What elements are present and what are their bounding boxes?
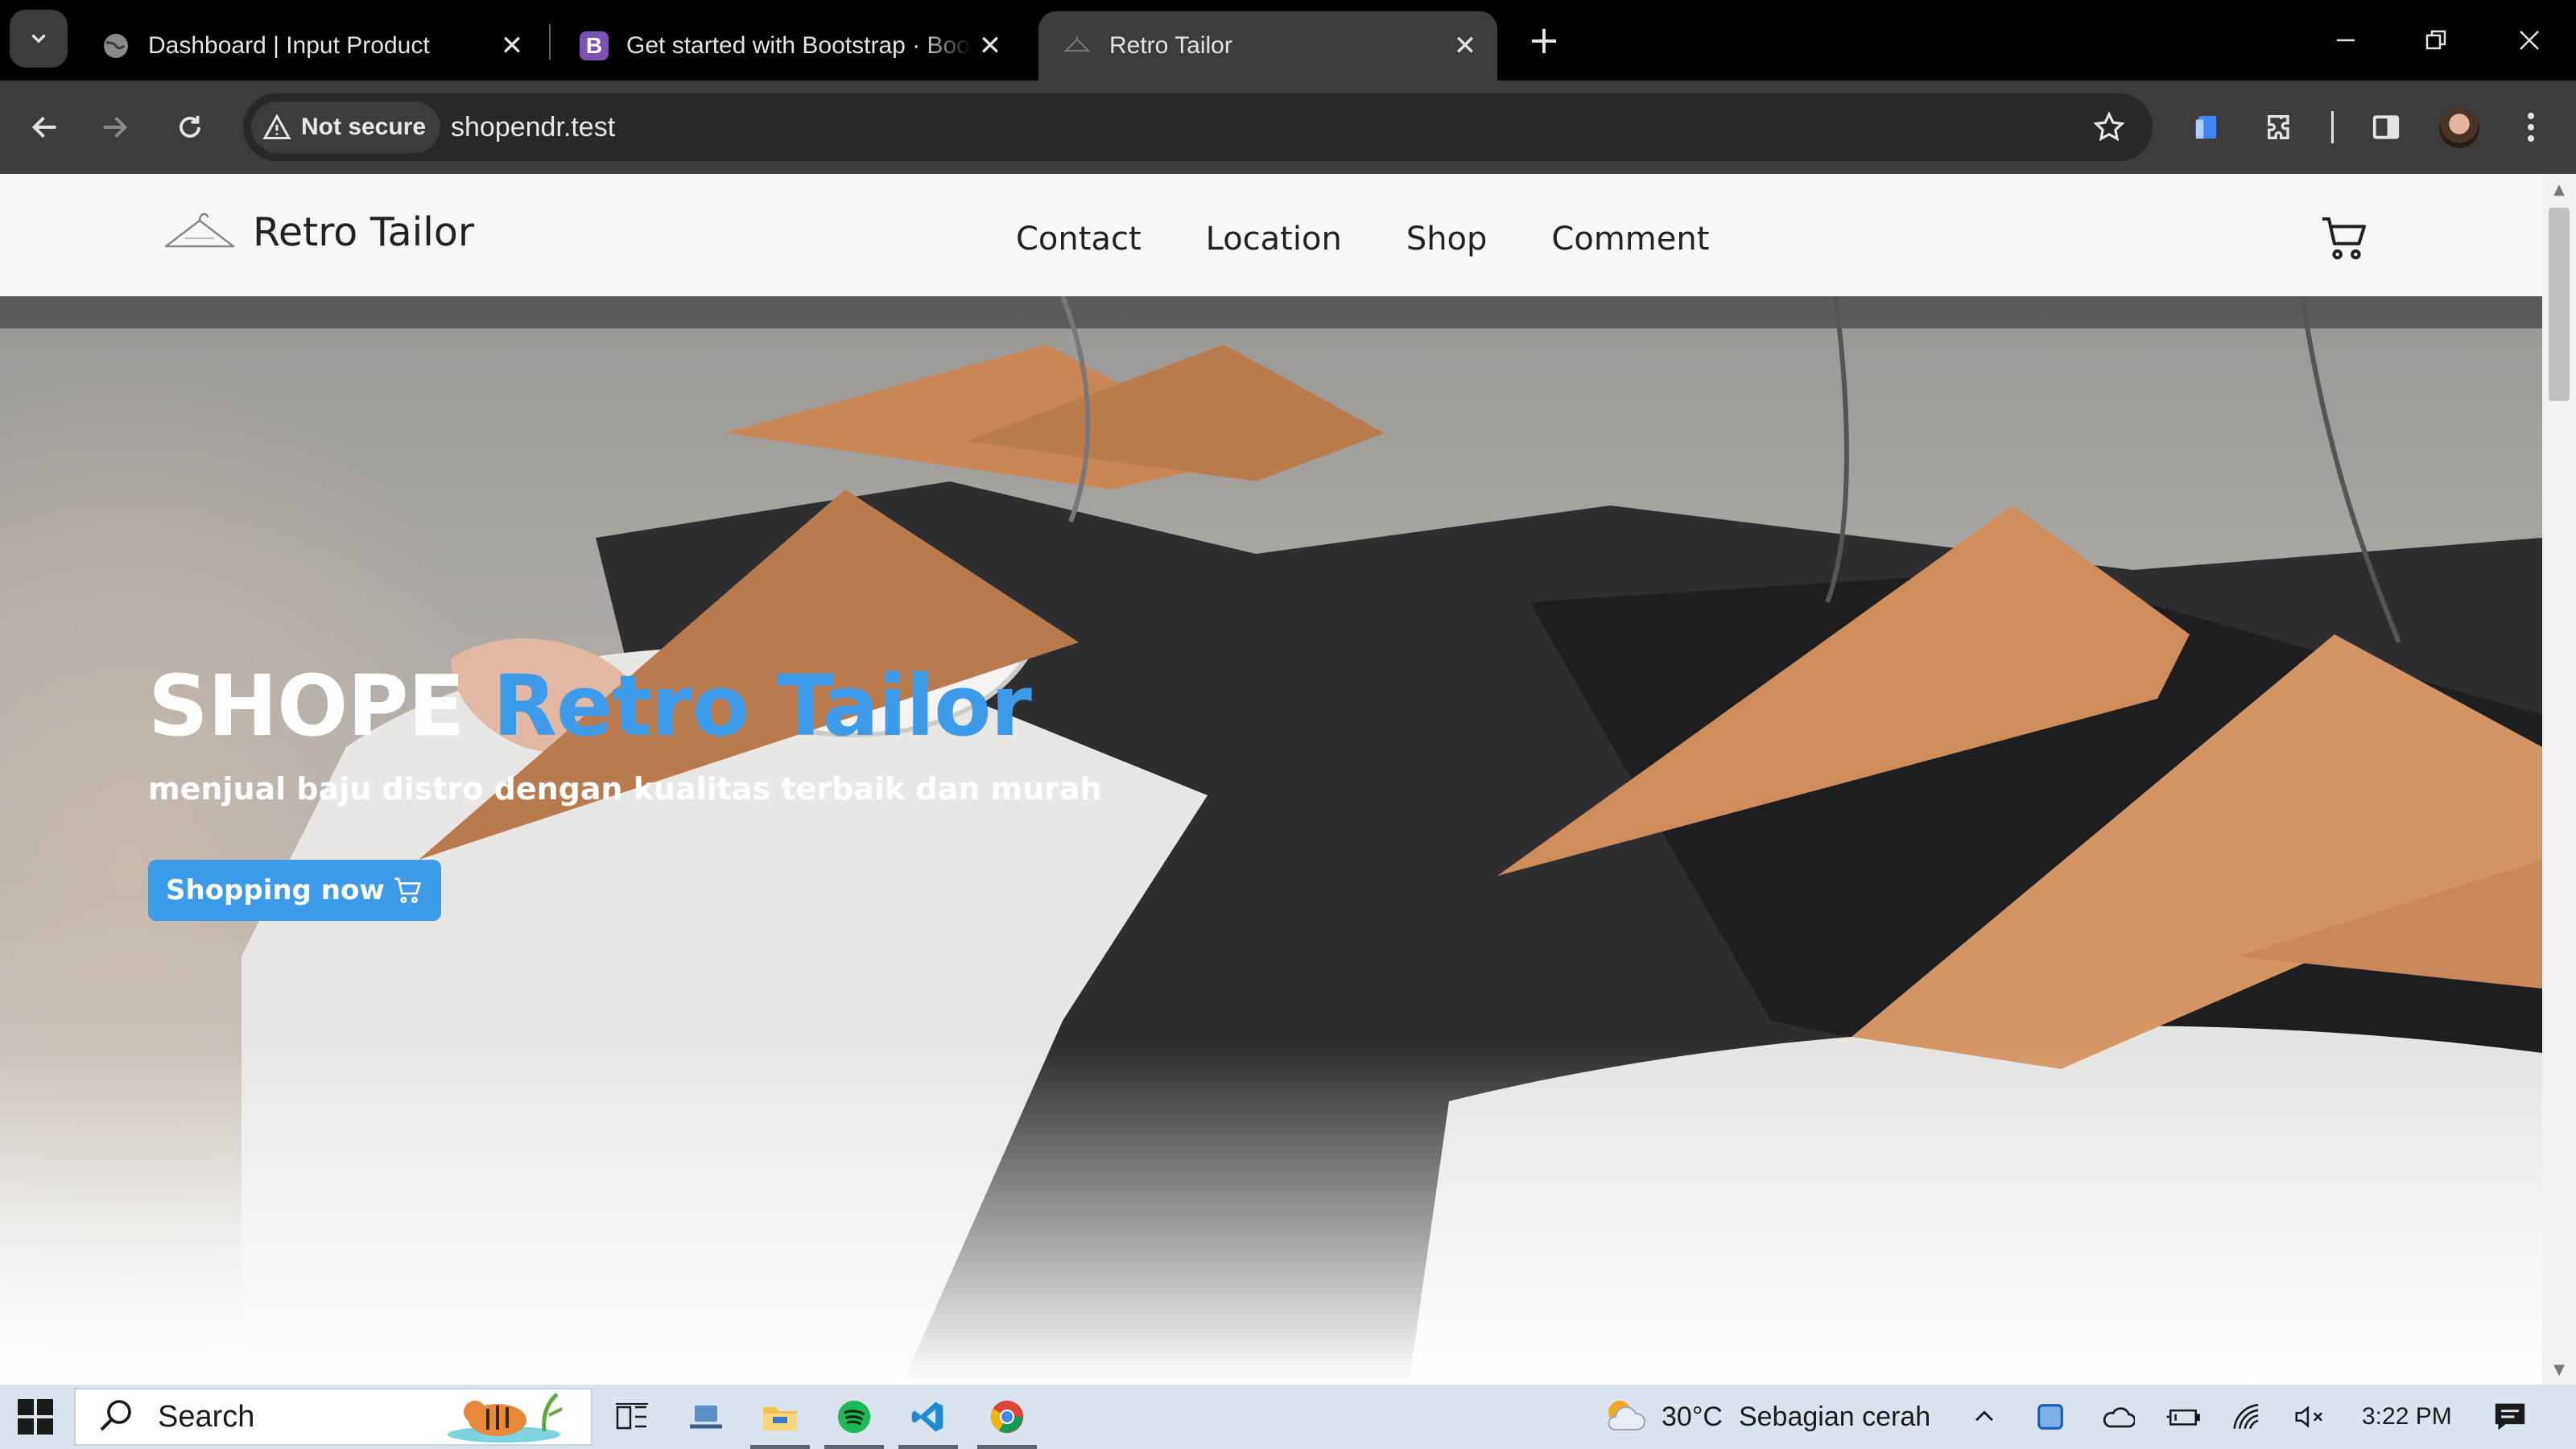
search-icon [100,1400,131,1431]
restore-icon[interactable] [2404,14,2468,66]
nav-link-comment[interactable]: Comment [1551,221,1709,258]
scrollbar-thumb[interactable] [2549,208,2570,401]
security-chip[interactable]: Not secure [251,101,441,153]
weather-widget[interactable]: 30°C Sebagian cerah [1599,1385,1930,1449]
tab-separator [549,24,551,60]
chrome-icon[interactable] [972,1385,1042,1449]
close-tab-icon[interactable]: ✕ [494,28,530,64]
site-navbar: Retro Tailor Contact Location Shop Comme… [0,174,2542,296]
scroll-down-icon[interactable]: ▼ [2542,1357,2576,1381]
profile-avatar[interactable] [2439,108,2479,148]
nav-link-shop[interactable]: Shop [1406,221,1488,258]
shopping-now-button[interactable]: Shopping now [148,860,441,921]
minimize-icon[interactable] [2314,14,2378,66]
hero-subtitle: menjual baju distro dengan kualitas terb… [148,771,1102,807]
close-tab-icon[interactable]: ✕ [1447,28,1483,64]
side-panel-icon[interactable] [2362,103,2410,151]
forward-icon[interactable] [90,103,138,151]
hero-title-accent: Retro Tailor [492,657,1032,755]
scroll-up-icon[interactable]: ▲ [2542,177,2576,201]
tab-title: Retro Tailor [1109,32,1232,59]
browser-tab-strip: Dashboard | Input Product ✕ B Get starte… [0,0,2576,80]
wifi-icon[interactable] [2231,1385,2264,1449]
brand-name: Retro Tailor [253,208,475,255]
tab-dashboard[interactable]: Dashboard | Input Product ✕ [77,11,544,80]
windows-start-icon[interactable] [16,1397,55,1436]
clock-time: 3:22 PM [2362,1403,2452,1430]
globe-icon [101,31,130,60]
weather-temp: 30°C [1662,1401,1723,1432]
laptop-icon[interactable] [671,1385,741,1449]
hero-title: SHOPE Retro Tailor [148,657,1032,755]
tab-search-button[interactable] [10,10,68,68]
search-highlight-tiger-icon [448,1393,563,1443]
weather-partly-sunny-icon [1608,1401,1645,1430]
spotify-icon[interactable] [819,1385,889,1449]
hero-section: SHOPE Retro Tailor menjual baju distro d… [0,296,2542,1385]
tray-overflow-chevron-icon[interactable] [1971,1385,1998,1449]
volume-muted-icon[interactable] [2293,1385,2328,1449]
warning-icon [262,114,291,139]
extensions-puzzle-icon[interactable] [2256,103,2304,151]
google-docs-extension-icon[interactable] [2183,103,2231,151]
close-window-icon[interactable] [2497,14,2562,66]
browser-toolbar: Not secure shopendr.test [0,80,2576,174]
search-placeholder: Search [158,1399,255,1434]
hero-title-prefix: SHOPE [148,657,465,755]
tab-bootstrap[interactable]: B Get started with Bootstrap · Bootstrap… [555,11,1022,80]
cart-icon[interactable] [2318,213,2372,264]
hero-fade-overlay [0,1046,2542,1385]
nav-link-location[interactable]: Location [1206,221,1342,258]
vscode-icon[interactable] [894,1385,963,1449]
tab-retro-tailor[interactable]: Retro Tailor ✕ [1038,11,1497,80]
security-label: Not secure [301,114,427,140]
page-viewport: Retro Tailor Contact Location Shop Comme… [0,174,2576,1385]
hanger-logo-icon [164,213,235,248]
windows-taskbar: Search 30°C Sebagian cerah 3:22 PM [0,1385,2576,1449]
notifications-icon[interactable] [2492,1385,2528,1449]
brand-link[interactable]: Retro Tailor [161,208,474,256]
menu-kebab-icon[interactable] [2507,103,2555,151]
bootstrap-icon: B [580,31,609,60]
vertical-scrollbar[interactable]: ▲ ▼ [2542,174,2576,1385]
back-icon[interactable] [21,103,69,151]
weather-desc: Sebagian cerah [1738,1401,1931,1432]
nav-links: Contact Location Shop Comment [1016,221,1773,258]
taskbar-search-box[interactable]: Search [74,1388,592,1446]
app-tray-icon[interactable] [2035,1385,2066,1449]
tab-title: Dashboard | Input Product [148,32,430,59]
tab-title: Get started with Bootstrap · Bootstrap [626,32,972,59]
onedrive-cloud-icon[interactable] [2101,1385,2135,1449]
battery-plug-icon[interactable] [2165,1385,2201,1449]
task-view-icon[interactable] [597,1385,667,1449]
hanger-icon [1063,31,1092,60]
bookmark-star-icon[interactable] [2088,106,2130,148]
chevron-down-icon [31,34,46,43]
address-bar[interactable]: Not secure shopendr.test [243,93,2153,161]
nav-link-contact[interactable]: Contact [1016,221,1141,258]
clock[interactable]: 3:22 PM [2362,1385,2452,1449]
url-text[interactable]: shopendr.test [451,93,615,161]
cart-icon [394,877,421,903]
reload-icon[interactable] [166,103,214,151]
toolbar-divider [2331,111,2334,143]
close-tab-icon[interactable]: ✕ [972,28,1008,64]
file-explorer-icon[interactable] [745,1385,815,1449]
shopping-now-label: Shopping now [166,874,385,906]
new-tab-button[interactable]: + [1521,18,1567,63]
